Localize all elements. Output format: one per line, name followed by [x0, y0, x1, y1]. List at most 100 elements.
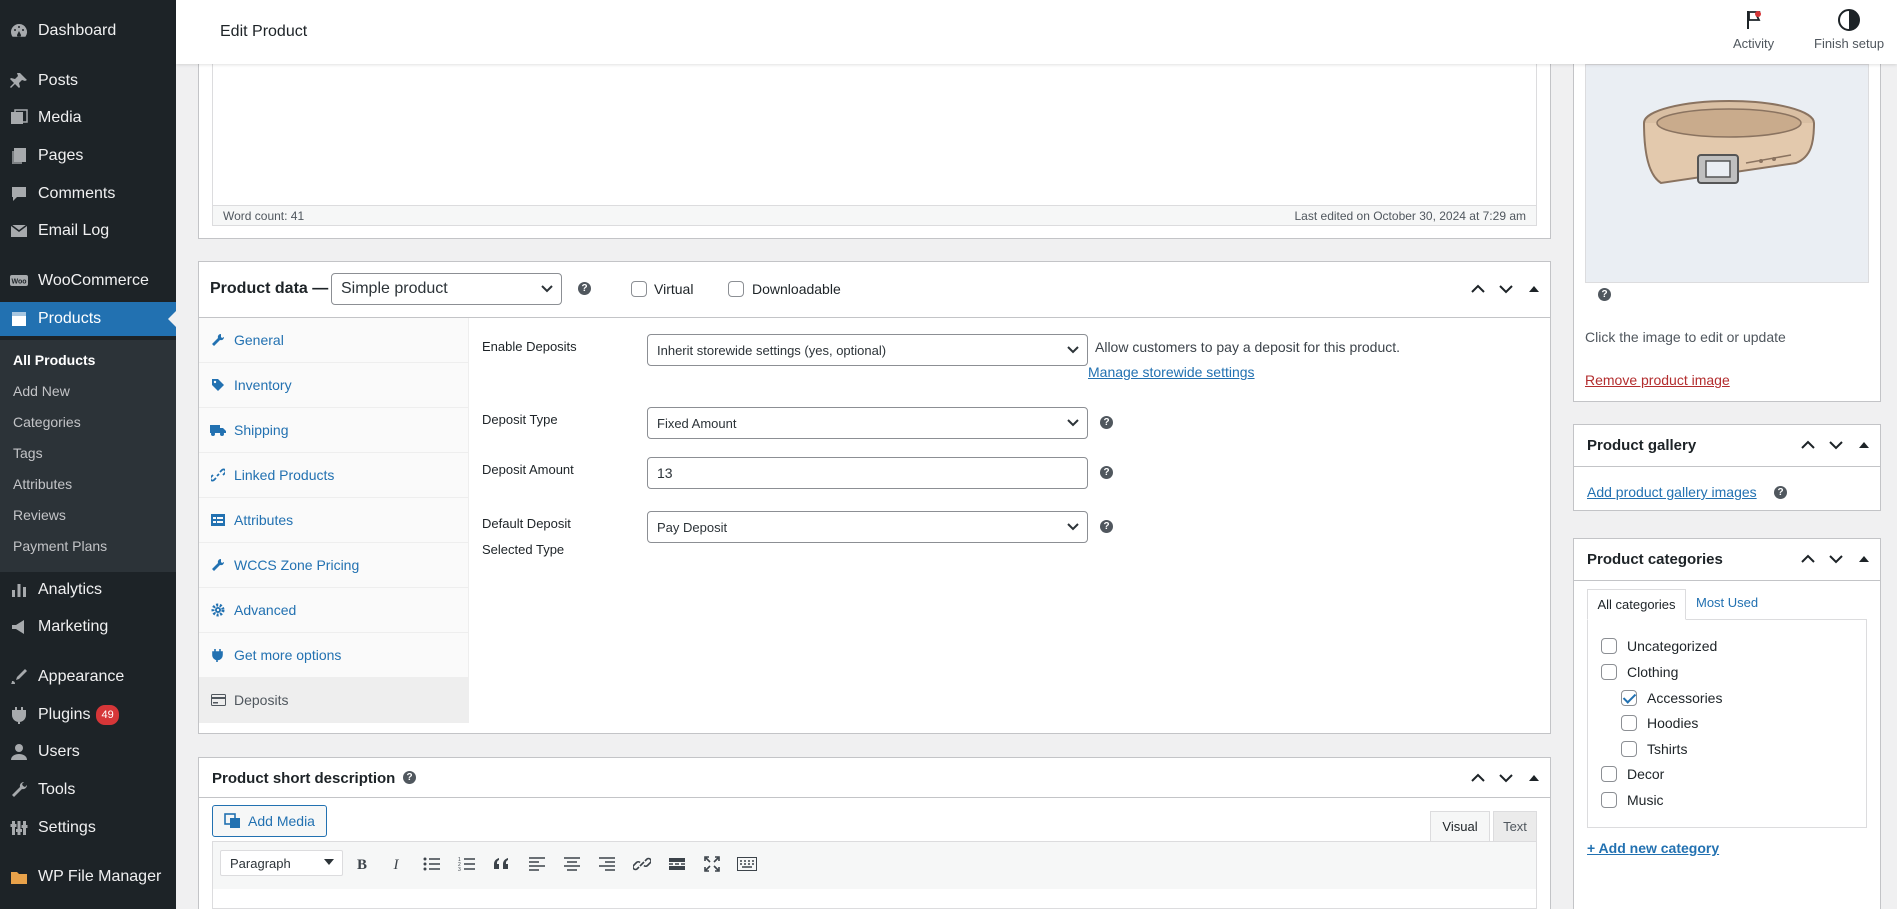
- align-center-button[interactable]: [559, 851, 585, 877]
- short-description-help-icon[interactable]: ?: [403, 771, 416, 784]
- toolbar-toggle-button[interactable]: [734, 851, 760, 877]
- move-down-button[interactable]: [1824, 547, 1848, 571]
- move-down-button[interactable]: [1494, 277, 1518, 301]
- product-image-help-icon[interactable]: ?: [1598, 288, 1611, 301]
- sidebar-item-pages[interactable]: Pages: [0, 139, 176, 173]
- sidebar-item-appearance[interactable]: Appearance: [0, 660, 176, 694]
- sidebar-item-dashboard[interactable]: Dashboard: [0, 14, 176, 48]
- default-deposit-type-help-icon[interactable]: ?: [1100, 520, 1113, 533]
- category-checkbox[interactable]: [1621, 715, 1637, 731]
- sidebar-item-marketing[interactable]: Marketing: [0, 610, 176, 644]
- move-down-button[interactable]: [1824, 433, 1848, 457]
- submenu-categories[interactable]: Categories: [13, 414, 81, 430]
- sidebar-item-media[interactable]: Media: [0, 101, 176, 135]
- align-right-button[interactable]: [594, 851, 620, 877]
- category-checkbox[interactable]: [1601, 766, 1617, 782]
- category-checkbox[interactable]: [1601, 792, 1617, 808]
- sidebar-item-wp-file-manager[interactable]: WP File Manager: [0, 860, 176, 894]
- deposit-amount-input[interactable]: 13: [647, 457, 1088, 489]
- sidebar-item-comments[interactable]: Comments: [0, 177, 176, 211]
- deposit-amount-help-icon[interactable]: ?: [1100, 466, 1113, 479]
- toggle-panel-button[interactable]: [1852, 433, 1876, 457]
- category-checkbox[interactable]: [1621, 690, 1637, 706]
- manage-storewide-settings-link[interactable]: Manage storewide settings: [1088, 364, 1255, 380]
- deposit-type-select[interactable]: Fixed Amount: [647, 407, 1088, 439]
- submenu-attributes[interactable]: Attributes: [13, 476, 72, 492]
- gallery-help-icon[interactable]: ?: [1774, 486, 1787, 499]
- sidebar-item-plugins[interactable]: Plugins 49: [0, 698, 176, 732]
- category-clothing[interactable]: Clothing: [1601, 664, 1678, 680]
- tab-shipping[interactable]: Shipping: [199, 408, 469, 453]
- sidebar-item-posts[interactable]: Posts: [0, 64, 176, 98]
- move-up-button[interactable]: [1796, 433, 1820, 457]
- activity-button[interactable]: Activity: [1733, 8, 1774, 51]
- numbered-list-button[interactable]: 123: [454, 851, 480, 877]
- tab-inventory[interactable]: Inventory: [199, 363, 469, 408]
- sidebar-item-analytics[interactable]: Analytics: [0, 573, 176, 607]
- toggle-panel-button[interactable]: [1522, 277, 1546, 301]
- move-down-button[interactable]: [1494, 766, 1518, 790]
- sidebar-item-tools[interactable]: Tools: [0, 773, 176, 807]
- blockquote-button[interactable]: [489, 851, 515, 877]
- tab-most-used[interactable]: Most Used: [1696, 595, 1758, 610]
- italic-button[interactable]: I: [383, 851, 409, 877]
- category-accessories[interactable]: Accessories: [1621, 690, 1722, 706]
- short-description-editor-area[interactable]: [212, 889, 1537, 909]
- enable-deposits-select[interactable]: Inherit storewide settings (yes, optiona…: [647, 334, 1088, 366]
- align-left-button[interactable]: [524, 851, 550, 877]
- deposit-type-help-icon[interactable]: ?: [1100, 416, 1113, 429]
- downloadable-checkbox[interactable]: [728, 281, 744, 297]
- fullscreen-button[interactable]: [699, 851, 725, 877]
- bullet-list-button[interactable]: [419, 851, 445, 877]
- pin-icon: [8, 70, 30, 92]
- tab-all-categories[interactable]: All categories: [1587, 589, 1686, 620]
- tab-text[interactable]: Text: [1493, 811, 1537, 841]
- category-music[interactable]: Music: [1601, 792, 1664, 808]
- submenu-add-new[interactable]: Add New: [13, 383, 70, 399]
- tab-linked-products[interactable]: Linked Products: [199, 453, 469, 498]
- format-select[interactable]: Paragraph: [220, 850, 343, 876]
- category-checkbox[interactable]: [1601, 664, 1617, 680]
- add-gallery-images-link[interactable]: Add product gallery images: [1587, 484, 1757, 500]
- category-tshirts[interactable]: Tshirts: [1621, 741, 1687, 757]
- add-new-category-link[interactable]: + Add new category: [1587, 840, 1719, 856]
- tab-advanced[interactable]: Advanced: [199, 588, 469, 633]
- virtual-checkbox[interactable]: [631, 281, 647, 297]
- submenu-tags[interactable]: Tags: [13, 445, 43, 461]
- read-more-button[interactable]: [664, 851, 690, 877]
- move-up-button[interactable]: [1466, 277, 1490, 301]
- move-up-button[interactable]: [1796, 547, 1820, 571]
- sidebar-item-users[interactable]: Users: [0, 735, 176, 769]
- tab-attributes[interactable]: Attributes: [199, 498, 469, 543]
- tab-general[interactable]: General: [199, 318, 469, 363]
- submenu-payment-plans[interactable]: Payment Plans: [13, 538, 107, 554]
- product-image[interactable]: [1585, 64, 1869, 283]
- sidebar-item-settings[interactable]: Settings: [0, 811, 176, 845]
- category-checkbox[interactable]: [1601, 638, 1617, 654]
- tab-visual[interactable]: Visual: [1430, 811, 1490, 841]
- bold-button[interactable]: B: [349, 851, 375, 877]
- remove-product-image-link[interactable]: Remove product image: [1585, 372, 1730, 388]
- tab-get-more-options[interactable]: Get more options: [199, 633, 469, 678]
- tab-wccs-zone-pricing[interactable]: WCCS Zone Pricing: [199, 543, 469, 588]
- tab-deposits[interactable]: Deposits: [199, 678, 469, 723]
- category-hoodies[interactable]: Hoodies: [1621, 715, 1698, 731]
- toggle-panel-button[interactable]: [1852, 547, 1876, 571]
- default-deposit-type-select[interactable]: Pay Deposit: [647, 511, 1088, 543]
- finish-setup-button[interactable]: Finish setup: [1814, 8, 1884, 51]
- insert-link-button[interactable]: [629, 851, 655, 877]
- category-decor[interactable]: Decor: [1601, 766, 1664, 782]
- product-type-help-icon[interactable]: ?: [578, 282, 591, 295]
- sidebar-item-email-log[interactable]: Email Log: [0, 214, 176, 248]
- move-up-button[interactable]: [1466, 766, 1490, 790]
- add-media-button[interactable]: Add Media: [212, 805, 327, 837]
- category-checkbox[interactable]: [1621, 741, 1637, 757]
- toggle-panel-button[interactable]: [1522, 766, 1546, 790]
- sidebar-item-woocommerce[interactable]: Woo WooCommerce: [0, 264, 176, 298]
- product-type-select[interactable]: Simple product: [331, 273, 562, 305]
- category-uncategorized[interactable]: Uncategorized: [1601, 638, 1717, 654]
- submenu-all-products[interactable]: All Products: [13, 352, 95, 368]
- sidebar-item-products[interactable]: Products: [0, 302, 176, 336]
- description-editor[interactable]: Word count: 41 Last edited on October 30…: [212, 64, 1537, 226]
- submenu-reviews[interactable]: Reviews: [13, 507, 66, 523]
